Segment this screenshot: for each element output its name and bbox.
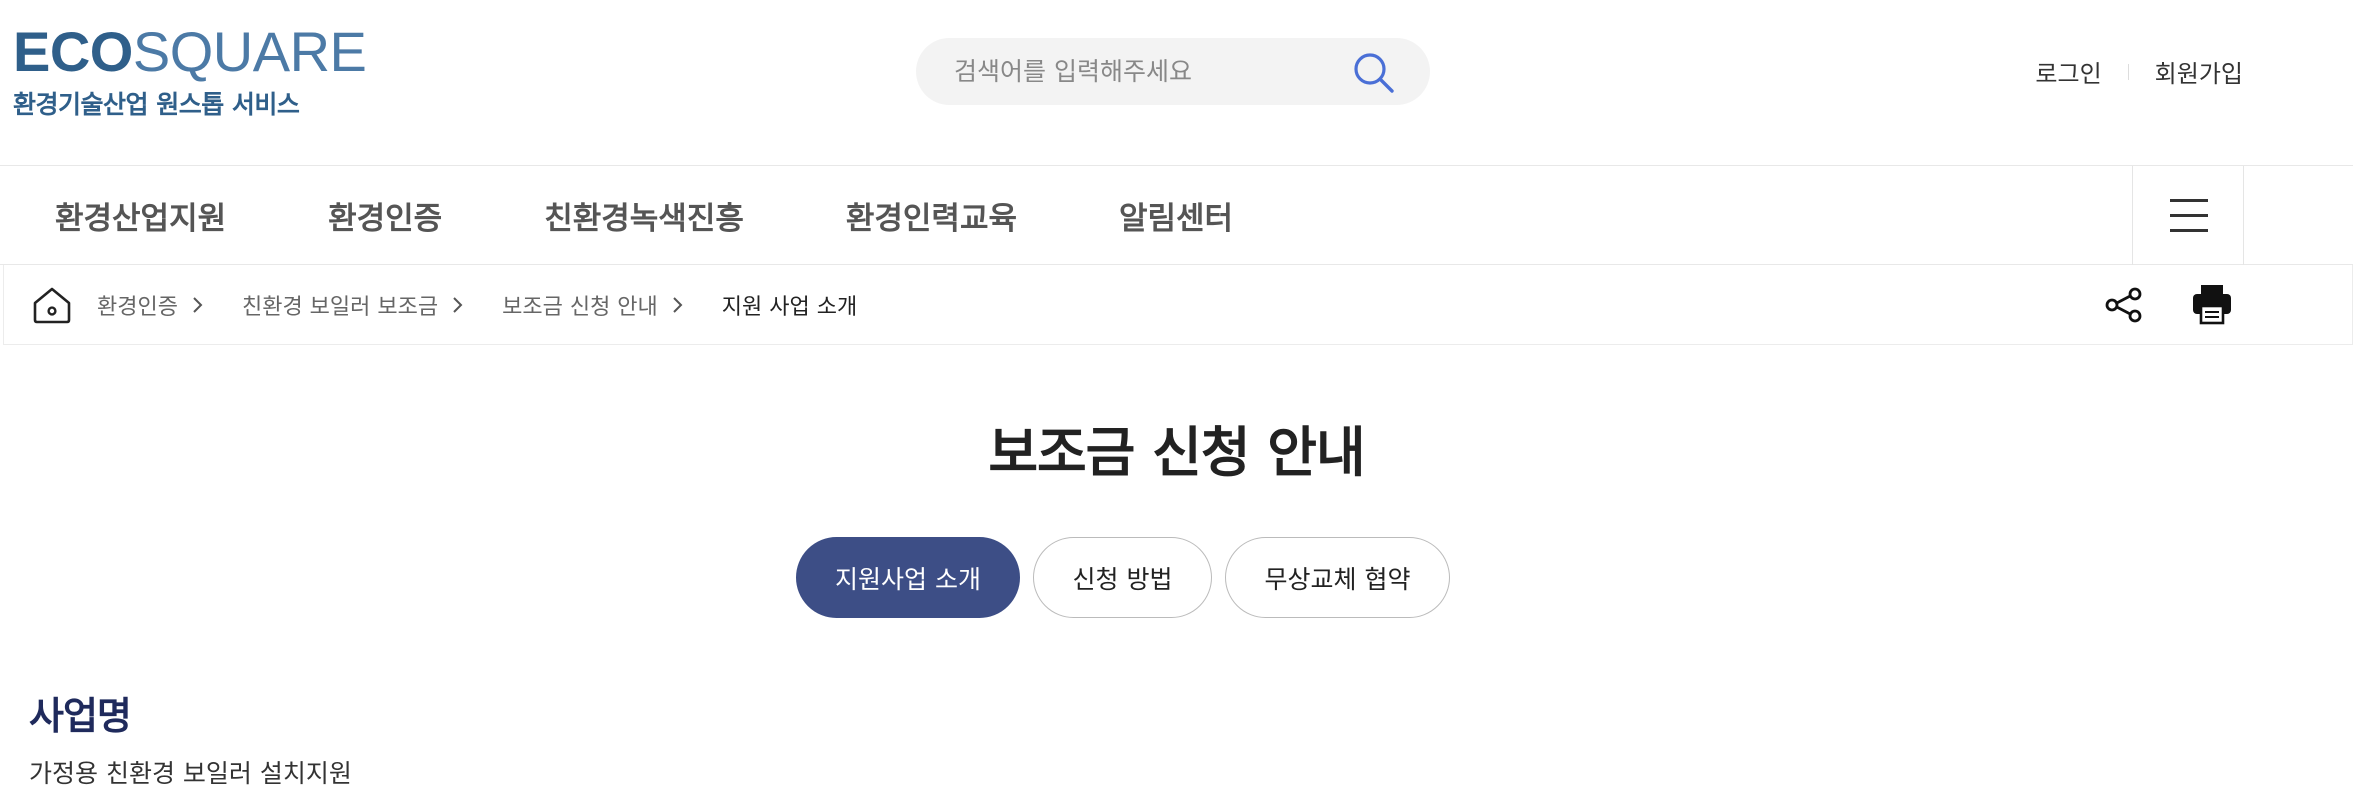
gnb-list: 환경산업지원 환경인증 친환경녹색진흥 환경인력교육 알림센터 — [55, 166, 1335, 265]
logo-word-light: SQUARE — [132, 20, 367, 83]
breadcrumb: 환경인증 친환경 보일러 보조금 보조금 신청 안내 지원 사업 소개 — [97, 265, 857, 345]
share-icon[interactable] — [2104, 285, 2144, 325]
section-body: 가정용 친환경 보일러 설치지원 — [29, 759, 352, 788]
logo-subtitle: 환경기술산업 원스톱 서비스 — [13, 90, 300, 119]
signup-link[interactable]: 회원가입 — [2155, 54, 2243, 89]
section-title: 사업명 — [29, 694, 132, 738]
logo-wordmark: ECOSQUARE — [13, 24, 367, 80]
search-box — [916, 38, 1430, 105]
breadcrumb-current: 지원 사업 소개 — [721, 295, 858, 320]
site-header: ECOSQUARE 환경기술산업 원스톱 서비스 로그인 회원가입 — [0, 0, 2353, 166]
logo-word-bold: ECO — [13, 20, 133, 83]
chevron-right-icon — [446, 295, 480, 315]
tab-free-replacement-agreement[interactable]: 무상교체 협약 — [1225, 537, 1450, 618]
home-icon[interactable] — [32, 285, 72, 325]
gnb-item-green-promotion[interactable]: 친환경녹색진흥 — [544, 193, 744, 238]
gnb-item-notice-center[interactable]: 알림센터 — [1119, 193, 1233, 238]
gnb-item-certification[interactable]: 환경인증 — [328, 193, 442, 238]
gnb-item-environment-industry[interactable]: 환경산업지원 — [55, 193, 226, 238]
gnb-item-workforce-education[interactable]: 환경인력교육 — [846, 193, 1017, 238]
chevron-right-icon — [666, 295, 700, 315]
util-links: 로그인 회원가입 — [2035, 54, 2243, 89]
printer-icon[interactable] — [2190, 282, 2234, 326]
breadcrumb-item-subsidy-guide[interactable]: 보조금 신청 안내 — [502, 289, 658, 321]
tab-program-intro[interactable]: 지원사업 소개 — [796, 537, 1020, 618]
login-link[interactable]: 로그인 — [2035, 54, 2101, 89]
util-divider — [2127, 63, 2129, 80]
hamburger-menu-icon[interactable] — [2132, 166, 2244, 265]
search-input[interactable] — [954, 38, 1334, 105]
site-logo[interactable]: ECOSQUARE 환경기술산업 원스톱 서비스 — [13, 24, 367, 121]
breadcrumb-bar: 환경인증 친환경 보일러 보조금 보조금 신청 안내 지원 사업 소개 — [3, 265, 2353, 345]
tab-how-to-apply[interactable]: 신청 방법 — [1033, 537, 1212, 618]
content-tabs: 지원사업 소개 신청 방법 무상교체 협약 — [796, 537, 1463, 618]
breadcrumb-item-boiler-subsidy[interactable]: 친환경 보일러 보조금 — [242, 289, 438, 321]
breadcrumb-item-certification[interactable]: 환경인증 — [97, 289, 178, 321]
chevron-right-icon — [186, 295, 220, 315]
search-icon[interactable] — [1352, 51, 1396, 95]
main-navigation: 환경산업지원 환경인증 친환경녹색진흥 환경인력교육 알림센터 — [0, 166, 2353, 265]
page-title: 보조금 신청 안내 — [988, 421, 1365, 484]
